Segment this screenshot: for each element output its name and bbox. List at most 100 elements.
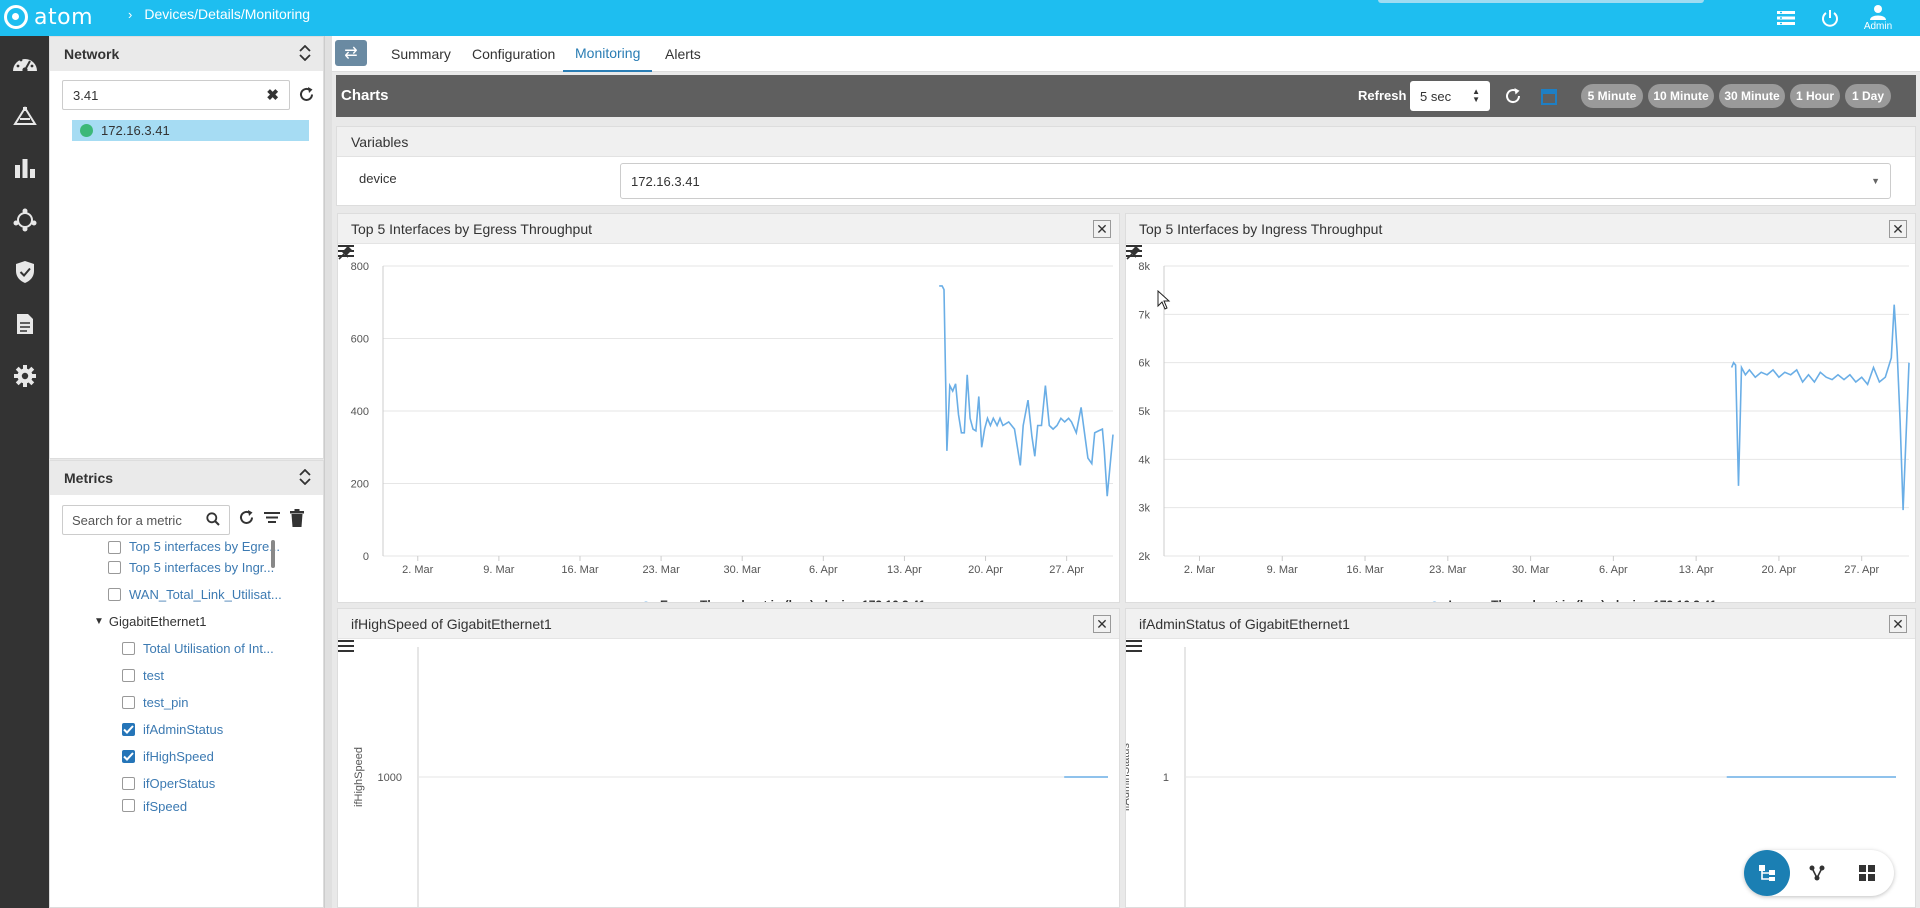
graph-view-button[interactable] xyxy=(1794,850,1840,896)
tab-summary[interactable]: Summary xyxy=(391,36,451,72)
refresh-icon[interactable] xyxy=(238,509,255,530)
user-icon xyxy=(1870,5,1886,20)
legend-label: IngressThroughput in (bps)_device:172.16… xyxy=(1449,598,1717,602)
refresh-icon[interactable] xyxy=(1504,87,1522,108)
metric-item[interactable]: Top 5 interfaces by Ingr... xyxy=(108,556,274,578)
global-search-stub[interactable] xyxy=(1378,0,1704,3)
swap-arrows-icon: ⇄ xyxy=(344,45,358,62)
tree-view-icon xyxy=(1759,865,1775,881)
x-tick-label: 23. Mar xyxy=(1429,564,1467,576)
range-10-minute-button[interactable]: 10 Minute xyxy=(1648,84,1714,108)
variables-title: Variables xyxy=(337,127,1915,157)
grid-icon xyxy=(1859,865,1875,881)
series-line xyxy=(939,285,1114,497)
left-nav-rail xyxy=(0,36,49,908)
y-tick-label: 5k xyxy=(1138,406,1150,418)
updown-caret-icon: ▲ ▼ xyxy=(1472,87,1480,104)
clear-icon[interactable]: ✖ xyxy=(266,86,279,104)
collapse-chevrons-icon[interactable] xyxy=(299,44,311,64)
legend-marker xyxy=(1432,601,1437,602)
metric-checkbox[interactable] xyxy=(122,776,135,790)
x-tick-label: 27. Apr xyxy=(1844,564,1879,576)
tab-alerts[interactable]: Alerts xyxy=(665,36,701,72)
metric-label: ifAdminStatus xyxy=(143,721,224,737)
metric-item[interactable]: ifOperStatus xyxy=(122,772,215,794)
close-icon[interactable]: ✕ xyxy=(1093,614,1111,633)
network-node-label: 172.16.3.41 xyxy=(101,123,170,138)
x-tick-label: 2. Mar xyxy=(1184,564,1216,576)
metric-item[interactable]: test_pin xyxy=(122,691,189,713)
device-variable-select[interactable]: 172.16.3.41 ▼ xyxy=(620,163,1891,199)
network-panel-header[interactable]: Network xyxy=(50,37,323,71)
y-tick-label: 800 xyxy=(351,261,369,273)
sort-list-icon[interactable] xyxy=(263,509,281,530)
metrics-scrollbar[interactable] xyxy=(271,540,275,568)
app-name: atom xyxy=(34,4,93,30)
devices-icon[interactable] xyxy=(0,90,49,142)
metric-item[interactable]: Top 5 interfaces by Egre... xyxy=(108,540,280,554)
metric-item[interactable]: WAN_Total_Link_Utilisat... xyxy=(108,583,282,605)
network-search-input[interactable]: 3.41 ✖ xyxy=(62,80,290,110)
notifications-list-icon[interactable] xyxy=(1774,0,1798,36)
metric-item[interactable]: test xyxy=(122,664,164,686)
metric-checkbox[interactable] xyxy=(122,641,135,655)
y-tick-label: 3k xyxy=(1138,503,1150,515)
calendar-icon[interactable] xyxy=(1541,87,1557,108)
tab-monitoring[interactable]: Monitoring xyxy=(563,36,653,72)
metric-item[interactable]: ifAdminStatus xyxy=(122,718,223,740)
metric-checkbox[interactable] xyxy=(122,695,135,709)
metric-search-input[interactable]: Search for a metric xyxy=(62,505,230,535)
trash-icon[interactable] xyxy=(289,509,305,530)
collapse-chevrons-icon[interactable] xyxy=(299,468,311,488)
range-30-minute-button[interactable]: 30 Minute xyxy=(1719,84,1785,108)
refresh-icon[interactable] xyxy=(298,86,315,106)
metric-group[interactable]: ▼ GigabitEthernet1 xyxy=(94,610,206,632)
caret-down-icon[interactable]: ▼ xyxy=(94,616,104,627)
metric-item[interactable]: Total Utilisation of Int... xyxy=(122,637,274,659)
toggle-panel-button[interactable]: ⇄ xyxy=(335,40,367,66)
network-node-item[interactable]: 172.16.3.41 xyxy=(72,120,309,141)
metric-checkbox-checked[interactable] xyxy=(122,722,135,736)
close-icon[interactable]: ✕ xyxy=(1889,219,1907,238)
breadcrumb: › Devices/Details/Monitoring xyxy=(128,6,310,22)
metrics-panel: Metrics Search for a metric Top 5 interf… xyxy=(49,460,324,908)
security-shield-icon[interactable] xyxy=(0,246,49,298)
metric-label: ifOperStatus xyxy=(143,775,216,791)
metric-checkbox[interactable] xyxy=(122,799,135,812)
range-1-hour-button[interactable]: 1 Hour xyxy=(1790,84,1840,108)
legend-marker xyxy=(644,601,648,602)
app-logo[interactable]: atom xyxy=(4,2,93,32)
refresh-interval-value: 5 sec xyxy=(1420,88,1452,104)
refresh-interval-select[interactable]: 5 sec ▲ ▼ xyxy=(1410,81,1490,111)
user-menu[interactable]: Admin xyxy=(1860,0,1896,36)
metric-checkbox[interactable] xyxy=(108,560,121,574)
power-icon[interactable] xyxy=(1818,0,1842,36)
range-5-minute-button[interactable]: 5 Minute xyxy=(1581,84,1643,108)
network-icon[interactable] xyxy=(0,194,49,246)
y-axis-label: ifHighSpeed xyxy=(353,747,365,807)
tab-configuration[interactable]: Configuration xyxy=(472,36,555,72)
grid-view-button[interactable] xyxy=(1844,850,1890,896)
documents-icon[interactable] xyxy=(0,298,49,350)
metric-checkbox[interactable] xyxy=(122,668,135,682)
metric-checkbox[interactable] xyxy=(108,541,121,554)
close-icon[interactable]: ✕ xyxy=(1093,219,1111,238)
panel-resize-handle[interactable] xyxy=(324,36,332,908)
x-tick-label: 16. Mar xyxy=(1346,564,1384,576)
metrics-panel-header[interactable]: Metrics xyxy=(50,461,323,495)
dashboard-icon[interactable] xyxy=(0,38,49,90)
metric-label: Top 5 interfaces by Ingr... xyxy=(129,559,275,575)
metric-item[interactable]: ifHighSpeed xyxy=(122,745,214,767)
metric-checkbox[interactable] xyxy=(108,587,121,601)
metric-toolbar xyxy=(238,509,305,530)
breadcrumb-path[interactable]: Devices/Details/Monitoring xyxy=(144,6,310,22)
chart-card-header: Top 5 Interfaces by Egress Throughput ✕ xyxy=(338,214,1119,260)
range-1-day-button[interactable]: 1 Day xyxy=(1845,84,1891,108)
search-icon[interactable] xyxy=(206,511,220,529)
tree-view-button[interactable] xyxy=(1744,850,1790,896)
metric-item[interactable]: ifSpeed xyxy=(122,799,187,813)
reports-icon[interactable] xyxy=(0,142,49,194)
settings-gear-icon[interactable] xyxy=(0,350,49,402)
metric-checkbox-checked[interactable] xyxy=(122,749,135,763)
close-icon[interactable]: ✕ xyxy=(1889,614,1907,633)
